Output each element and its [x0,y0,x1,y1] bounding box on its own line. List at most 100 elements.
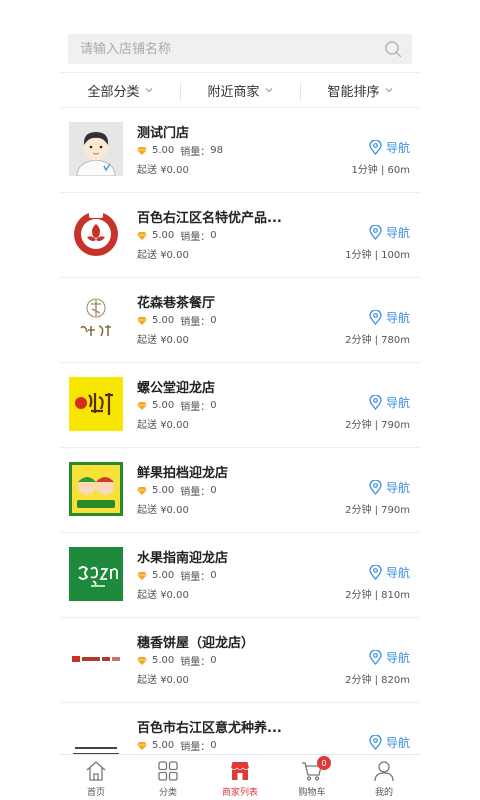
filter-all-categories[interactable]: 全部分类 [60,73,180,107]
store-sales: 0 [210,570,217,581]
store-name: 百色市右江区意尤种养... [137,721,282,736]
min-order-value: ¥0.00 [160,165,189,176]
store-item[interactable]: 螺公堂迎龙店 5.00 销量： 0 起送 ¥0.00 导航 2分钟 | 790m [60,363,420,448]
navigate-button[interactable]: 导航 [369,139,410,156]
store-name: 花森巷茶餐厅 [137,296,216,311]
store-min-order: 起送 ¥0.00 [137,586,189,601]
store-distance: 2分钟 | 790m [345,420,410,431]
sales-label: 销量： [180,402,211,413]
shop-icon [230,762,250,780]
store-rating-row: 5.00 销量： 98 [137,143,223,158]
min-order-value: ¥0.00 [160,590,189,601]
store-min-order: 起送 ¥0.00 [137,416,189,431]
search-input[interactable] [80,34,370,64]
tab-label: 我的 [374,788,393,798]
navigate-label: 导航 [385,566,410,580]
diamond-icon [137,146,147,155]
store-logo [69,122,123,176]
diamond-icon [137,231,147,240]
diamond-icon [137,656,147,665]
delivery-label: 起送 [137,165,157,176]
store-item[interactable]: 测试门店 5.00 销量： 98 起送 ¥0.00 导航 1分钟 | 60m [60,108,420,193]
store-rating: 5.00 [152,315,175,326]
navigate-button[interactable]: 导航 [369,734,410,751]
store-sales: 98 [210,145,223,156]
tab-store-list[interactable]: 商家列表 [204,755,276,800]
store-min-order: 起送 ¥0.00 [137,671,189,686]
store-name: 穗香饼屋（迎龙店） [137,636,255,651]
filter-smart-sort[interactable]: 智能排序 [300,73,420,107]
store-item[interactable]: 百色右江区名特优产品... 5.00 销量： 0 起送 ¥0.00 导航 1分钟 … [60,193,420,278]
store-logo [69,292,123,346]
store-logo [69,632,123,686]
store-name: 测试门店 [137,126,190,141]
tab-category[interactable]: 分类 [132,755,204,800]
store-rating-row: 5.00 销量： 0 [137,398,217,413]
search-box[interactable] [68,34,412,64]
min-order-value: ¥0.00 [160,250,189,261]
navigate-button[interactable]: 导航 [369,309,410,326]
location-pin-icon [369,395,382,410]
tab-home[interactable]: 首页 [60,755,132,800]
min-order-value: ¥0.00 [160,505,189,516]
store-rating: 5.00 [152,400,175,411]
sales-label: 销量： [180,657,211,668]
tab-me[interactable]: 我的 [348,755,420,800]
store-rating-row: 5.00 销量： 0 [137,313,217,328]
chevron-down-icon [385,88,392,93]
store-rating-row: 5.00 销量： 0 [137,568,217,583]
store-sales: 0 [210,485,217,496]
location-pin-icon [369,650,382,665]
search-icon[interactable] [384,40,402,58]
store-list: 测试门店 5.00 销量：98 起送 ¥0.00 导航 1分钟 | 60m 百 [60,108,420,788]
store-rating-row: 5.00 销量： 0 [137,738,217,753]
store-rating-row: 5.00 销量： 0 [137,483,217,498]
store-name: 鲜果拍档迎龙店 [137,466,229,481]
diamond-icon [137,571,147,580]
navigate-button[interactable]: 导航 [369,224,410,241]
store-logo [69,207,123,261]
navigate-label: 导航 [385,311,410,325]
min-order-value: ¥0.00 [160,335,189,346]
filter-label: 附近商家 [207,84,260,100]
sales-label: 销量： [180,487,211,498]
store-min-order: 起送 ¥0.00 [137,331,189,346]
min-order-value: ¥0.00 [160,420,189,431]
navigate-button[interactable]: 导航 [369,649,410,666]
tab-cart[interactable]: 0 购物车 [276,755,348,800]
store-min-order: 起送 ¥0.00 [137,501,189,516]
store-rating: 5.00 [152,740,175,751]
store-item[interactable]: 穗香饼屋（迎龙店） 5.00 销量： 0 起送 ¥0.00 导航 2分钟 | 82… [60,618,420,703]
store-sales: 0 [210,655,217,666]
delivery-label: 起送 [137,590,157,601]
store-rating: 5.00 [152,230,175,241]
diamond-icon [137,401,147,410]
cart-badge: 0 [317,756,331,770]
store-item[interactable]: 鲜果拍档迎龙店 5.00 销量： 0 起送 ¥0.00 导航 2分钟 | 790m [60,448,420,533]
store-rating: 5.00 [152,145,175,156]
location-pin-icon [369,225,382,240]
tab-label: 首页 [86,788,105,798]
store-sales: 0 [210,400,217,411]
store-rating: 5.00 [152,485,175,496]
store-min-order: 起送 ¥0.00 [137,161,189,176]
diamond-icon [137,316,147,325]
diamond-icon [137,741,147,750]
store-distance: 2分钟 | 820m [345,675,410,686]
delivery-label: 起送 [137,505,157,516]
navigate-button[interactable]: 导航 [369,394,410,411]
store-item[interactable]: 水果指南迎龙店 5.00 销量： 0 起送 ¥0.00 导航 2分钟 | 810m [60,533,420,618]
store-logo [69,547,123,601]
store-distance: 2分钟 | 790m [345,505,410,516]
store-item[interactable]: 花森巷茶餐厅 5.00 销量： 0 起送 ¥0.00 导航 2分钟 | 780m [60,278,420,363]
delivery-label: 起送 [137,420,157,431]
navigate-button[interactable]: 导航 [369,479,410,496]
navigate-button[interactable]: 导航 [369,564,410,581]
navigate-label: 导航 [385,736,410,750]
location-pin-icon [369,140,382,155]
location-pin-icon [369,480,382,495]
store-sales: 0 [210,315,217,326]
filter-nearby[interactable]: 附近商家 [180,73,300,107]
delivery-label: 起送 [137,335,157,346]
sales-label: 销量： [180,572,211,583]
